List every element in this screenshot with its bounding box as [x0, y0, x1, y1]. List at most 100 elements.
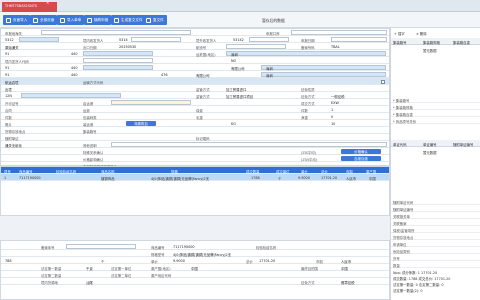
- declare-port-label: 申报口岸: [266, 31, 280, 36]
- total-label: 总价: [246, 259, 253, 264]
- levy-method-value: 一般征税: [331, 94, 345, 99]
- record-seq-label: 备案序号: [41, 245, 55, 250]
- copy-file-button[interactable]: 复文件: [143, 15, 167, 25]
- delete-button[interactable]: × 删除: [416, 31, 427, 36]
- arrival-country-input[interactable]: [226, 50, 386, 57]
- declare-customs-label: 申报地海关: [5, 31, 22, 36]
- currency-value: 人民币: [341, 259, 352, 264]
- tab-label: THMT7SNSS1SN7S: [5, 4, 37, 8]
- company-input[interactable]: [261, 64, 386, 71]
- consignee-code-value: 91: [5, 51, 10, 56]
- exempt-value: 照章征税: [341, 280, 355, 285]
- foreign-shipper-input[interactable]: [249, 36, 289, 43]
- origin-country-value: 中国: [191, 266, 198, 271]
- table-row[interactable]: 1 7117190000 镀铜饰品 4|0|饰品|镀铜|镀铜|无品牌|Fancy…: [1, 174, 389, 181]
- loading-port-label: 装运港: [83, 122, 94, 127]
- hs-code-label: 商品编号: [151, 245, 165, 250]
- import-form-button[interactable]: 导入单申: [57, 15, 85, 25]
- container-table-header: 集装箱号 集装箱规格 集装箱自重: [391, 38, 480, 45]
- flight-input[interactable]: [226, 43, 286, 50]
- record-no-label: 备案号码: [301, 45, 315, 50]
- import-icon: [6, 17, 11, 23]
- import-page-button[interactable]: 页面导入: [3, 15, 31, 25]
- gross-weight-label: 毛重: [196, 115, 203, 120]
- inspection-name-label: 检验检疫名称: [256, 245, 277, 250]
- declaration-form: 申报地海关 申报口岸 5312 境内收发货人 5314 境外收发货人 53142…: [0, 28, 390, 169]
- flight-label: 航班号: [196, 45, 207, 50]
- grid-header: 项号 商品编号 检验检疫名称 商品名称 规格 成交数量 成交单位 单价 总价 币…: [1, 167, 389, 174]
- export-date-label: 出口日期: [83, 45, 97, 50]
- special-add-button[interactable]: 特殊附加: [126, 120, 156, 127]
- net-weight-label: 净重: [301, 115, 308, 120]
- hs-code-value: 7117190000: [173, 244, 195, 249]
- supervision2-value: 加工贸易进口项目: [226, 94, 254, 99]
- paperless-value: 通关无纸化: [5, 143, 22, 148]
- price-confirm-button[interactable]: 价格确认: [341, 148, 381, 155]
- destination-value: 中国: [341, 266, 348, 271]
- shipper-input[interactable]: [83, 64, 153, 71]
- marks-label: 标记唛码: [196, 136, 210, 141]
- source-value: 汕尾: [86, 280, 93, 285]
- levy-method-label: 征免方式: [301, 94, 315, 99]
- customs-code-input[interactable]: [19, 36, 59, 43]
- record-no-value: TBAL: [331, 44, 340, 49]
- attach-icon: [87, 17, 92, 23]
- domestic-shipper-input[interactable]: [131, 36, 181, 43]
- trade-code-input[interactable]: [21, 92, 121, 99]
- zivj-label: (ZIVJ平均): [301, 157, 318, 162]
- zis-label: (ZIS平均): [301, 150, 316, 155]
- record-seq-input[interactable]: [66, 243, 136, 250]
- col-header: 商品名称: [101, 169, 115, 174]
- price-label: 单价: [151, 259, 158, 264]
- col-header: 项号: [4, 169, 11, 174]
- spec-value: 4|0|饰品|镀铜|镀铜|无品牌|Fancy|2无: [173, 252, 232, 257]
- goods-grid: 项号 商品编号 检验检疫名称 商品名称 规格 成交数量 成交单位 单价 总价 币…: [0, 166, 390, 216]
- direction-value: 出境: [5, 87, 12, 92]
- col-header: 币制: [346, 169, 353, 174]
- attached-docs-label: 随附单证: [5, 136, 19, 141]
- domestic-code-label: 境内发货人代码: [5, 59, 29, 64]
- declare-port-input[interactable]: [291, 29, 387, 36]
- col-header: 成交单位: [276, 169, 290, 174]
- company-city-value: 深圳: [266, 66, 273, 71]
- customs-code-value: 5312: [5, 37, 14, 42]
- draft-title: 暂存后的数据: [262, 18, 285, 23]
- storage-location-label: 货物存放地点: [5, 129, 26, 134]
- shipper-code2-value: 440: [71, 65, 78, 70]
- file-icon: [114, 17, 119, 23]
- transport-checkbox[interactable]: [381, 79, 385, 84]
- self-declare-button[interactable]: 自报自缴: [341, 155, 381, 162]
- price-value: 9.9000: [173, 258, 185, 263]
- foreign-shipper-value: 53142: [233, 37, 244, 42]
- declare-date-input[interactable]: [331, 36, 387, 43]
- col-header: 总价: [321, 169, 328, 174]
- domestic-shipper-value: 5314: [119, 37, 128, 42]
- generate-file-button[interactable]: 生成复文文件: [111, 15, 146, 25]
- tab-close-icon[interactable]: ×: [46, 0, 49, 5]
- pieces-value: 1: [331, 107, 334, 112]
- price-impact-label: 价格影响确认: [83, 157, 104, 162]
- other-notes-input[interactable]: [111, 141, 387, 148]
- attached-declare-button[interactable]: 随附申报: [84, 15, 112, 25]
- all-pages-button[interactable]: 全部页面: [30, 15, 58, 25]
- domestic-shipper-label: 境内收发货人: [83, 38, 104, 43]
- declare-customs-input[interactable]: [41, 29, 191, 36]
- insurance-label: 保费: [196, 108, 203, 113]
- tab-bar: THMT7SNSS1SN7S ×: [0, 0, 480, 12]
- legal-unit1-value: 千克: [86, 266, 93, 271]
- origin-country-label: 原产国(地区): [151, 266, 171, 271]
- deal-method-value: EXW: [331, 100, 339, 105]
- departure-port-input[interactable]: [111, 99, 191, 106]
- goods-detail: 备案序号 商品编号 7117190000 检验检疫名称 规格型号 4|0|饰品|…: [0, 240, 390, 300]
- producer-city-input[interactable]: [261, 71, 386, 78]
- add-button[interactable]: + 插字: [394, 31, 405, 36]
- levy-nature-label: 征免性质: [301, 87, 315, 92]
- empty-text: 暂无数据: [423, 49, 437, 53]
- producer-city-value: 深圳: [266, 73, 273, 78]
- container-no-label: 集装箱号: [83, 129, 97, 134]
- col-header: 原产国: [366, 169, 377, 174]
- count-label: 件数: [5, 115, 12, 120]
- domestic-code-input[interactable]: [83, 57, 153, 64]
- col-header: 单价: [301, 169, 308, 174]
- consignee-input[interactable]: [83, 50, 153, 57]
